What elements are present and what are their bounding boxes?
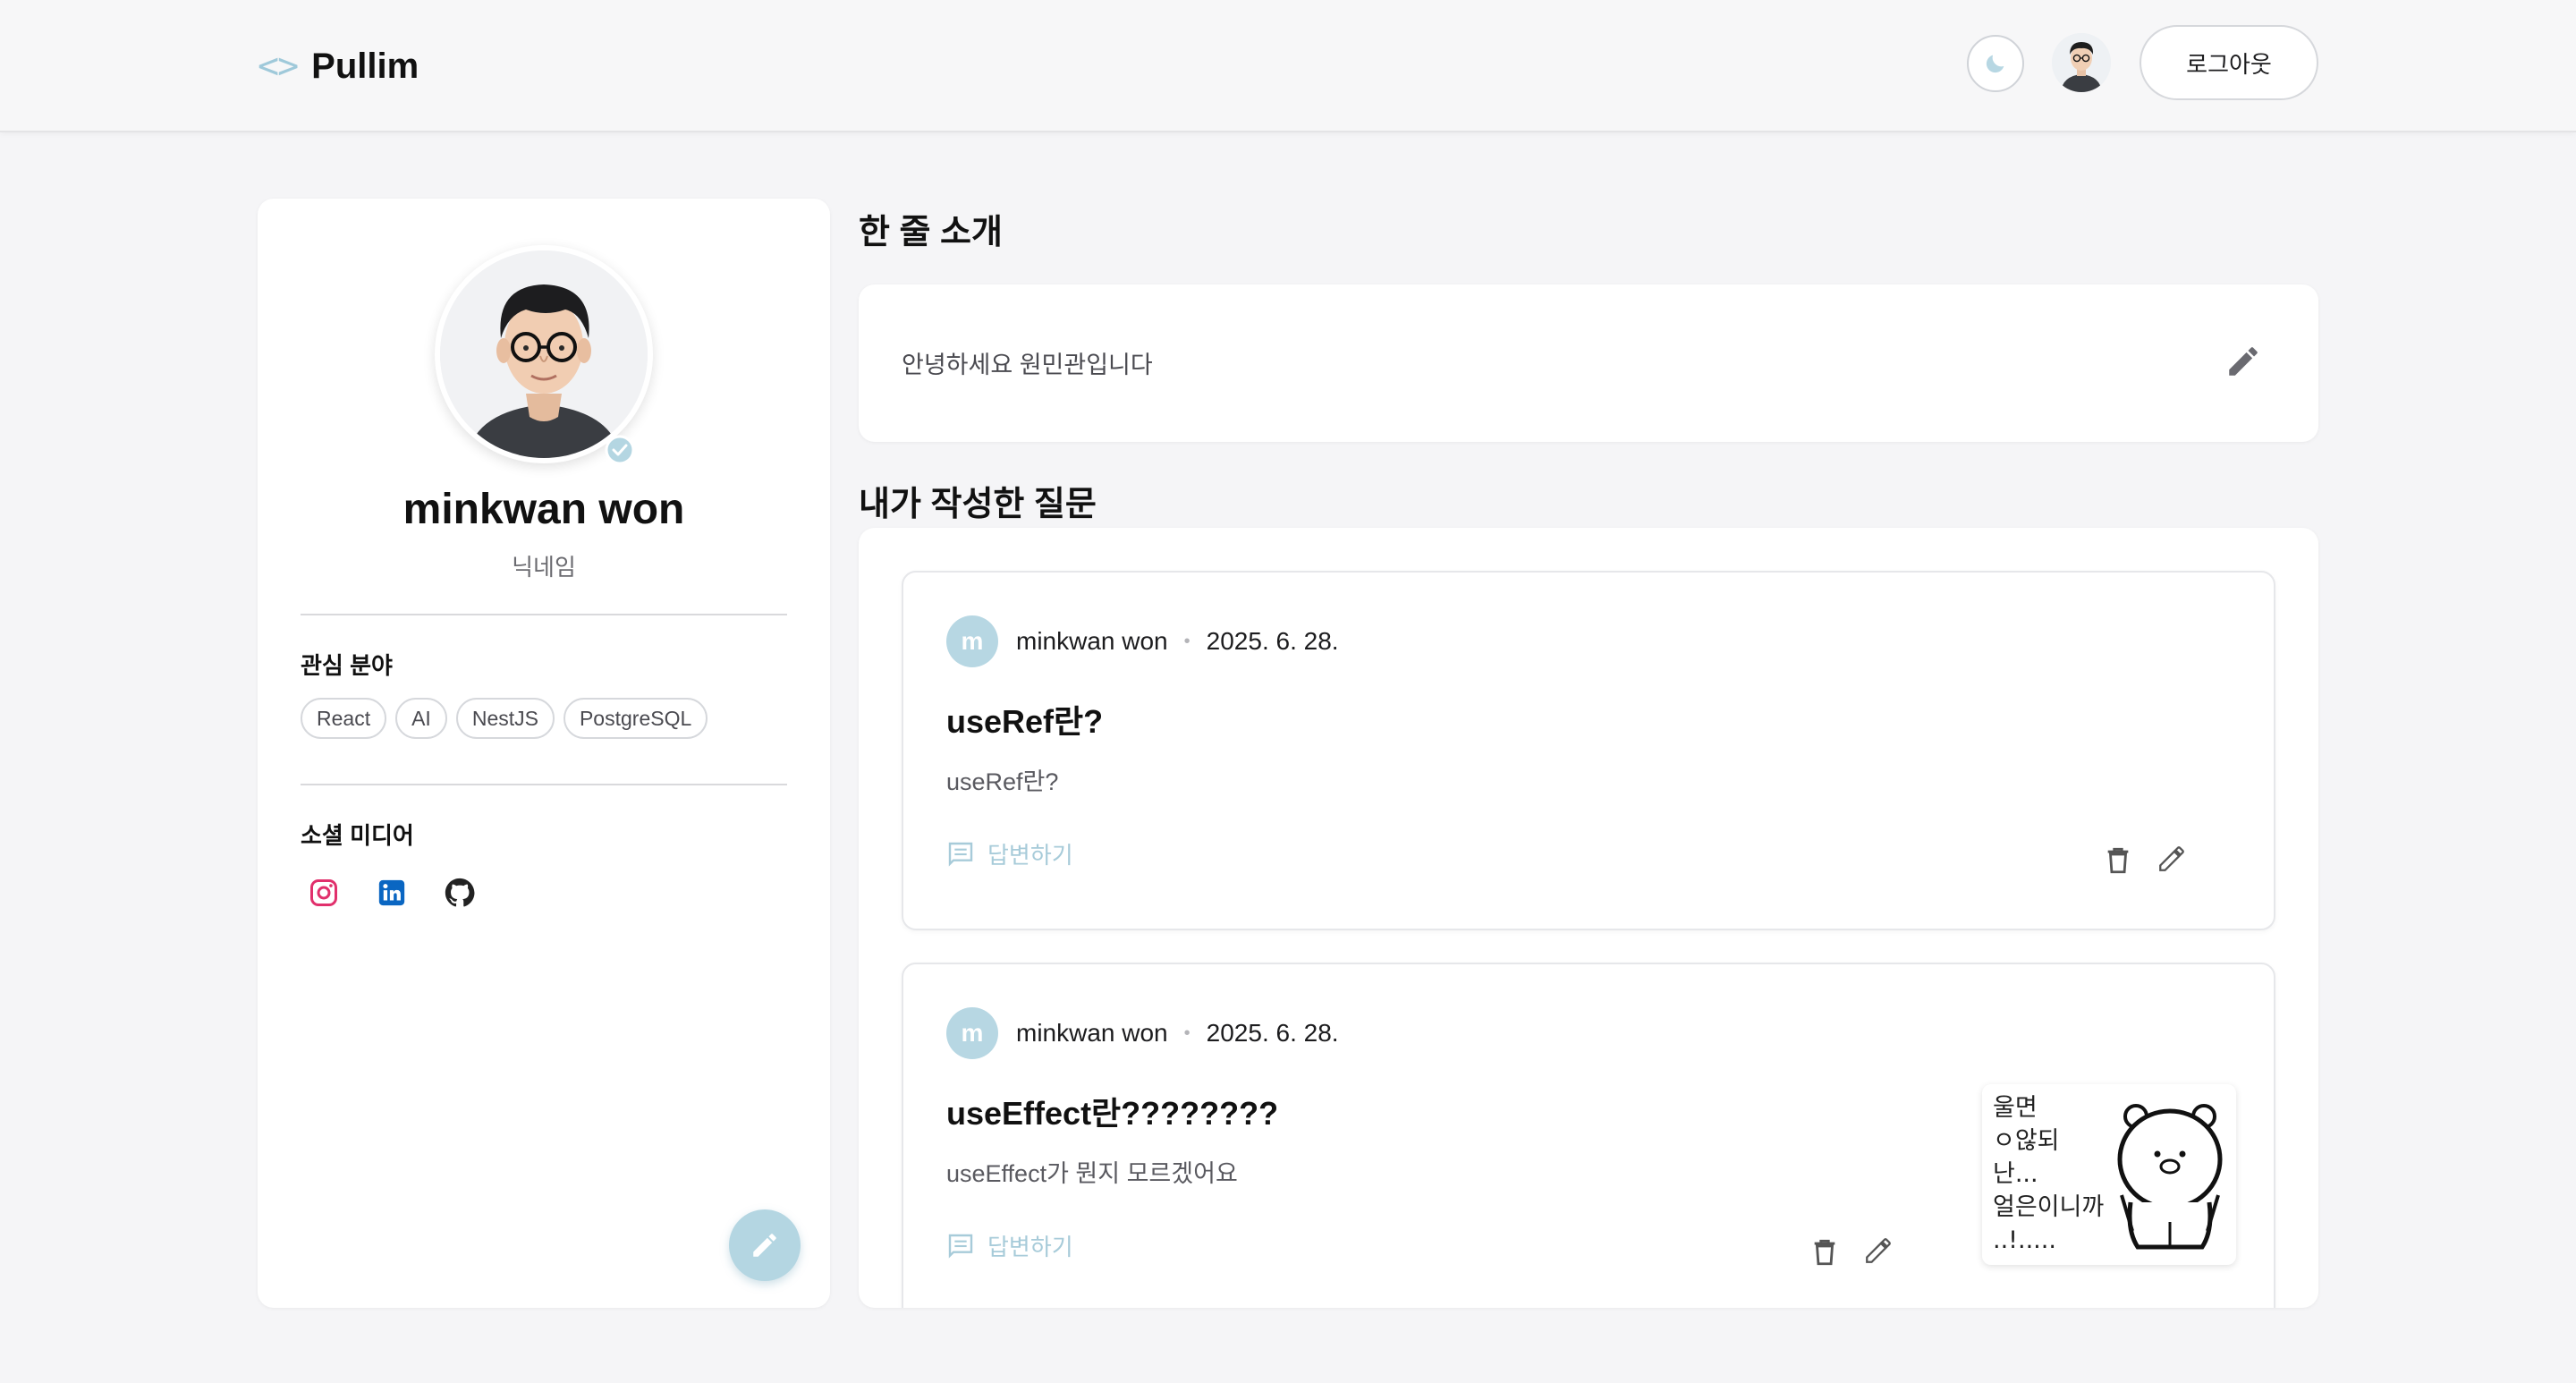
interest-tag[interactable]: AI <box>395 698 447 739</box>
image-text: 울면 ㅇ않되 난... 얼은이니까 ..!..... <box>1993 1094 2105 1254</box>
brand-name: Pullim <box>311 46 419 86</box>
pencil-icon <box>753 1234 776 1257</box>
profile-card: minkwan won 닉네임 관심 분야 React AI NestJS Po… <box>258 199 830 1308</box>
interests-heading: 관심 분야 <box>301 652 393 679</box>
top-nav-bar: <> Pullim 로그아웃 <box>0 0 2576 132</box>
pencil-icon <box>2229 347 2258 376</box>
question-date: 2025. 6. 28. <box>1206 627 1339 655</box>
question-title[interactable]: useRef란? <box>946 696 1103 742</box>
edit-question-button[interactable] <box>1859 1231 1898 1270</box>
interest-tag[interactable]: React <box>301 698 387 739</box>
question-image[interactable]: 울면 ㅇ않되 난... 얼은이니까 ..!..... <box>1982 1084 2236 1265</box>
question-body: useRef란? <box>946 768 1059 795</box>
question-meta: m minkwan won • 2025. 6. 28. <box>946 615 1339 667</box>
author-name: minkwan won <box>1016 1019 1168 1047</box>
answer-label: 답변하기 <box>987 842 1073 869</box>
theme-toggle-button[interactable] <box>1967 35 2024 92</box>
answer-button[interactable]: 답변하기 <box>946 837 1073 870</box>
my-questions-heading: 내가 작성한 질문 <box>859 486 1097 523</box>
edit-profile-button[interactable] <box>729 1209 801 1281</box>
social-links <box>306 875 478 911</box>
profile-nickname: 닉네임 <box>512 554 576 581</box>
author-name: minkwan won <box>1016 627 1168 655</box>
question-body: useEffect가 뭔지 모르겠어요 <box>946 1160 1238 1187</box>
answer-button[interactable]: 답변하기 <box>946 1229 1073 1262</box>
edit-intro-button[interactable] <box>2222 340 2265 383</box>
delete-question-button[interactable] <box>1805 1233 1844 1272</box>
questions-list: m minkwan won • 2025. 6. 28. useRef란? us… <box>859 528 2318 1308</box>
author-avatar: m <box>946 1007 998 1059</box>
social-media-heading: 소셜 미디어 <box>301 822 414 849</box>
profile-image <box>440 250 648 458</box>
question-meta: m minkwan won • 2025. 6. 28. <box>946 1007 1339 1059</box>
question-card[interactable]: m minkwan won • 2025. 6. 28. useRef란? us… <box>902 571 2275 930</box>
verified-badge-icon <box>605 435 635 465</box>
pencil-icon <box>2159 846 2184 871</box>
instagram-icon[interactable] <box>306 875 342 911</box>
comment-icon <box>948 1234 973 1259</box>
profile-photo <box>435 245 653 463</box>
interest-tags: React AI NestJS PostgreSQL <box>301 698 708 739</box>
bear-illustration <box>2117 1104 2223 1250</box>
linkedin-icon[interactable] <box>374 875 410 911</box>
intro-heading: 한 줄 소개 <box>859 214 1003 251</box>
interest-tag[interactable]: PostgreSQL <box>563 698 708 739</box>
comment-icon <box>948 842 973 867</box>
logout-button[interactable]: 로그아웃 <box>2140 25 2318 100</box>
intro-text: 안녕하세요 원민관입니다 <box>902 352 1153 378</box>
profile-name: minkwan won <box>402 486 685 533</box>
brand-logo[interactable]: <> Pullim <box>258 39 419 93</box>
question-title[interactable]: useEffect란???????? <box>946 1088 1278 1134</box>
github-icon[interactable] <box>442 875 478 911</box>
meta-separator: • <box>1183 631 1191 651</box>
delete-question-button[interactable] <box>2098 841 2138 880</box>
divider <box>301 784 787 785</box>
avatar-image <box>2052 33 2111 92</box>
interest-tag[interactable]: NestJS <box>455 698 555 739</box>
intro-card: 안녕하세요 원민관입니다 <box>859 284 2318 442</box>
code-brackets-icon: <> <box>258 46 299 87</box>
divider <box>301 614 787 615</box>
meta-separator: • <box>1183 1022 1191 1043</box>
question-card[interactable]: m minkwan won • 2025. 6. 28. useEffect란?… <box>902 963 2275 1308</box>
question-date: 2025. 6. 28. <box>1206 1019 1339 1047</box>
moon-icon <box>1986 55 2004 73</box>
author-avatar: m <box>946 615 998 667</box>
trash-icon <box>2107 847 2129 874</box>
pencil-icon <box>1866 1238 1891 1263</box>
user-avatar[interactable] <box>2052 33 2111 92</box>
answer-label: 답변하기 <box>987 1234 1073 1260</box>
trash-icon <box>1814 1239 1835 1266</box>
edit-question-button[interactable] <box>2152 839 2191 878</box>
